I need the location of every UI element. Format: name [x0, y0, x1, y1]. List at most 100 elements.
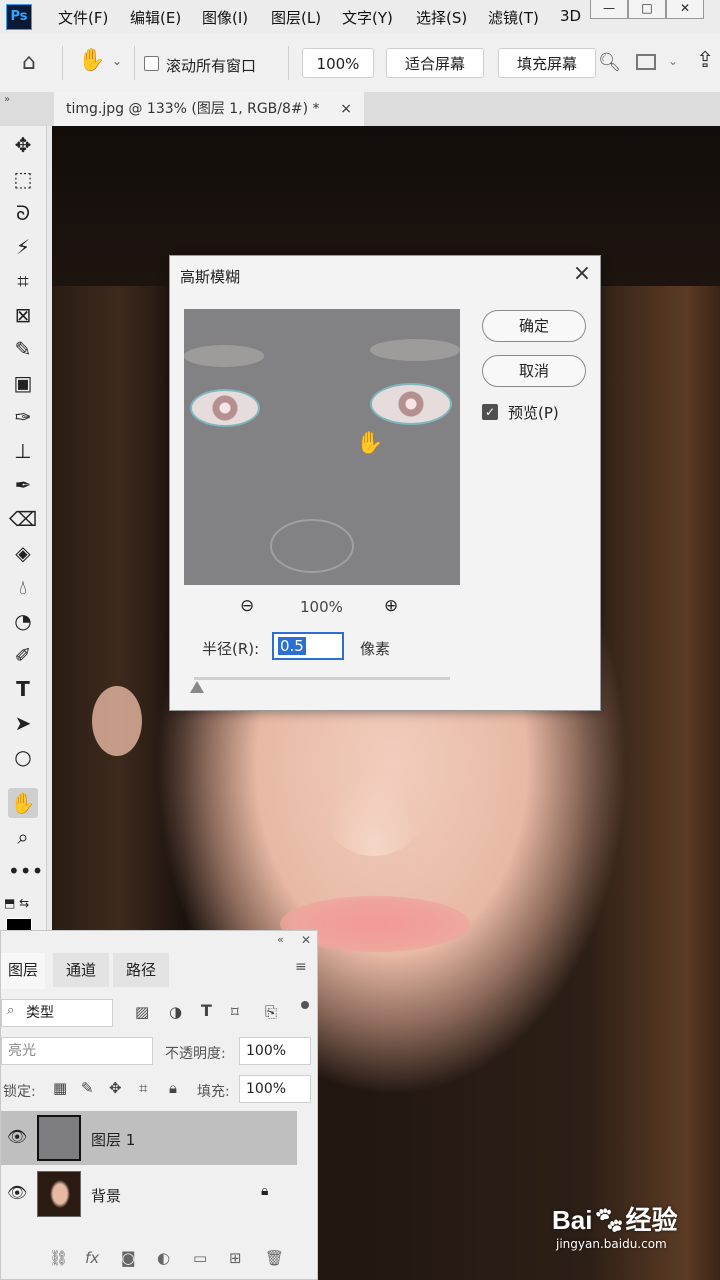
menu-select[interactable]: 选择(S) [416, 7, 467, 28]
close-panel-icon[interactable]: ✕ [301, 933, 311, 947]
crop-tool-icon[interactable]: ⌗ [8, 266, 38, 296]
menu-type[interactable]: 文字(Y) [342, 7, 393, 28]
blur-tool-icon[interactable]: 💧︎ [8, 572, 38, 602]
pixel-filter-icon[interactable]: ▨ [135, 1003, 149, 1021]
healing-brush-tool-icon[interactable]: ▣ [8, 368, 38, 398]
opacity-input[interactable]: 100% [239, 1037, 311, 1065]
add-mask-icon[interactable]: ◙ [121, 1249, 136, 1267]
blur-preview[interactable]: ✋ [184, 309, 460, 585]
filter-toggle-icon[interactable] [301, 1001, 309, 1009]
eraser-tool-icon[interactable]: ⌫ [8, 504, 38, 534]
ellipse-tool-icon[interactable]: ○ [8, 742, 38, 772]
minimize-icon[interactable]: — [590, 0, 628, 19]
menu-filter[interactable]: 滤镜(T) [488, 7, 539, 28]
document-tab[interactable]: timg.jpg @ 133% (图层 1, RGB/8#) * × [54, 92, 364, 126]
ok-button[interactable]: 确定 [482, 310, 586, 342]
radius-input[interactable]: 0.5 [272, 632, 344, 660]
photo-ear [92, 686, 142, 756]
magic-wand-tool-icon[interactable]: ⚡︎ [8, 232, 38, 262]
zoom-tool-icon[interactable]: ⌕ [8, 822, 38, 852]
maximize-icon[interactable]: □ [628, 0, 666, 19]
new-layer-icon[interactable]: ⊞ [229, 1249, 242, 1267]
paint-bucket-tool-icon[interactable]: ◈ [8, 538, 38, 568]
workspace-chevron-icon[interactable]: ⌄ [668, 54, 678, 68]
stamp-tool-icon[interactable]: ⊥ [8, 436, 38, 466]
swap-colors-icon[interactable]: ⬒ ⇆ [4, 896, 29, 910]
lock-position-icon[interactable]: ✥ [109, 1079, 122, 1097]
zoom-value-button[interactable]: 100% [302, 48, 374, 78]
filter-search-icon: ⌕ [7, 1003, 15, 1018]
move-tool-icon[interactable]: ✥ [8, 130, 38, 160]
preview-left-brow [184, 345, 264, 367]
adjustment-layer-icon[interactable]: ◐ [157, 1249, 170, 1267]
layer-thumbnail [37, 1115, 81, 1161]
menu-edit[interactable]: 编辑(E) [130, 7, 181, 28]
menu-image[interactable]: 图像(I) [202, 7, 248, 28]
scroll-all-checkbox[interactable] [144, 56, 159, 71]
lock-artboard-icon[interactable]: ⌗ [139, 1079, 147, 1097]
type-filter-icon[interactable]: T [201, 1001, 212, 1020]
blend-mode-select[interactable]: 亮光 [1, 1037, 153, 1065]
fit-screen-button[interactable]: 适合屏幕 [386, 48, 484, 78]
layer-row-background[interactable]: 👁︎ 背景 🔒︎ [1, 1167, 297, 1221]
cancel-button[interactable]: 取消 [482, 355, 586, 387]
expand-panels-icon[interactable]: » [4, 94, 10, 105]
pen-tool-icon[interactable]: ✐ [8, 640, 38, 670]
radius-slider-track[interactable] [194, 677, 450, 680]
menu-3d[interactable]: 3D [560, 7, 581, 25]
close-window-icon[interactable]: ✕ [666, 0, 704, 19]
tab-layers[interactable]: 图层 [1, 953, 45, 989]
new-group-icon[interactable]: ▭ [193, 1249, 207, 1267]
lock-all-icon[interactable]: 🔒︎ [169, 1079, 177, 1097]
visibility-eye-icon[interactable]: 👁︎ [7, 1127, 27, 1146]
layer-filter-select[interactable]: 类型 [1, 999, 113, 1027]
layer-style-icon[interactable]: fx [85, 1249, 99, 1267]
home-icon[interactable]: ⌂ [22, 50, 36, 75]
photoshop-logo: Ps [6, 4, 32, 30]
shape-filter-icon[interactable]: ⌑ [231, 1003, 239, 1021]
radius-slider-thumb[interactable] [190, 681, 204, 693]
fill-screen-button[interactable]: 填充屏幕 [498, 48, 596, 78]
hand-tool-active-icon[interactable]: ✋ [8, 788, 38, 818]
visibility-eye-icon[interactable]: 👁︎ [7, 1183, 27, 1202]
history-brush-tool-icon[interactable]: ✒ [8, 470, 38, 500]
chevron-down-icon[interactable]: ⌄ [112, 54, 122, 68]
menu-file[interactable]: 文件(F) [58, 7, 108, 28]
type-tool-icon[interactable]: T [8, 674, 38, 704]
gaussian-blur-dialog: 高斯模糊 × ✋ 确定 取消 ✓ 预览(P) ⊖ 100% ⊕ 半径(R): 0… [169, 255, 601, 711]
search-icon[interactable]: 🔍︎ [598, 52, 621, 73]
dialog-close-icon[interactable]: × [570, 262, 594, 286]
adjustment-filter-icon[interactable]: ◑ [169, 1003, 182, 1021]
dodge-tool-icon[interactable]: ◔ [8, 606, 38, 636]
baidu-watermark: Bai🐾︎经验 jingyan.baidu.com [552, 1200, 678, 1251]
layer-row-layer1[interactable]: 👁︎ 图层 1 [1, 1111, 297, 1165]
link-layers-icon[interactable]: ⛓ [49, 1249, 68, 1267]
tab-paths[interactable]: 路径 [113, 953, 169, 987]
lasso-tool-icon[interactable]: ᘐ [8, 198, 38, 228]
lock-transparent-icon[interactable]: ▦ [53, 1079, 67, 1097]
close-tab-icon[interactable]: × [340, 92, 352, 126]
radius-label: 半径(R): [202, 640, 260, 658]
lock-pixels-icon[interactable]: ✎ [81, 1079, 94, 1097]
share-icon[interactable]: ⇪ [696, 48, 714, 73]
zoom-in-icon[interactable]: ⊕ [384, 596, 398, 616]
zoom-out-icon[interactable]: ⊖ [240, 596, 254, 616]
smart-object-filter-icon[interactable]: ⎘ [265, 1003, 277, 1021]
collapse-panel-icon[interactable]: « [277, 933, 284, 946]
panel-menu-icon[interactable]: ≡ [295, 959, 307, 975]
radius-unit: 像素 [360, 640, 391, 658]
brush-tool-icon[interactable]: ✑ [8, 402, 38, 432]
eyedropper-tool-icon[interactable]: ✎ [8, 334, 38, 364]
fill-input[interactable]: 100% [239, 1075, 311, 1103]
workspace-icon[interactable] [636, 54, 656, 70]
marquee-tool-icon[interactable]: ⬚ [8, 164, 38, 194]
tab-channels[interactable]: 通道 [53, 953, 109, 987]
path-selection-tool-icon[interactable]: ➤ [8, 708, 38, 738]
layers-panel: « ✕ 图层 通道 路径 ≡ 类型 ⌕ ▨ ◑ T ⌑ ⎘ 亮光 不透明度: 1… [0, 930, 318, 1280]
preview-checkbox[interactable]: ✓ [482, 404, 498, 420]
more-tools-icon[interactable]: ••• [8, 856, 43, 886]
frame-tool-icon[interactable]: ⊠ [8, 300, 38, 330]
delete-layer-icon[interactable]: 🗑︎ [265, 1249, 284, 1267]
menu-layer[interactable]: 图层(L) [271, 7, 321, 28]
hand-tool-icon[interactable]: ✋ [78, 48, 105, 73]
